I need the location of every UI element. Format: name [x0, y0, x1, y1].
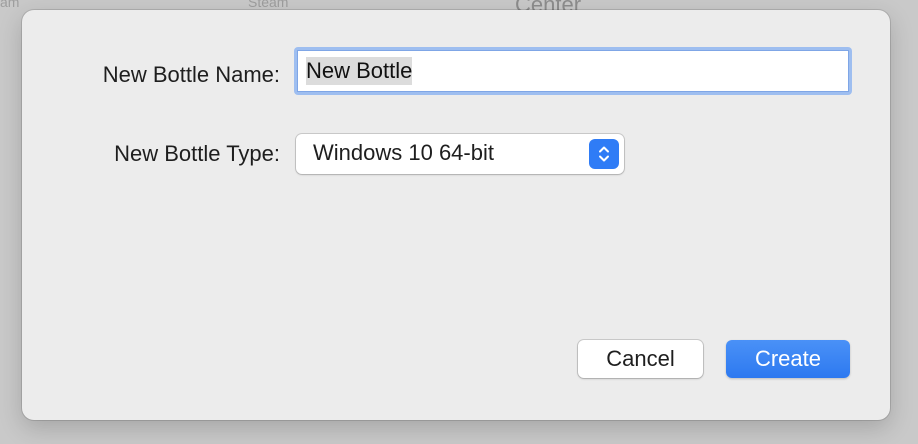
bottle-type-label: New Bottle Type:	[114, 141, 280, 166]
bottle-name-input[interactable]: New Bottle	[297, 50, 849, 92]
chevron-up-down-icon[interactable]	[589, 139, 619, 169]
bottle-type-value: Windows 10 64-bit	[313, 140, 494, 165]
new-bottle-dialog: New Bottle Name: New Bottle New Bottle T…	[22, 10, 890, 420]
background-text-left: am	[0, 0, 20, 10]
bottle-name-value: New Bottle	[306, 57, 413, 85]
create-button[interactable]: Create	[726, 340, 850, 378]
bottle-type-select[interactable]: Windows 10 64-bit	[296, 134, 624, 174]
bottle-name-label: New Bottle Name:	[102, 62, 280, 87]
cancel-button[interactable]: Cancel	[578, 340, 703, 378]
bottle-name-field[interactable]: New Bottle	[294, 47, 852, 95]
background-text-steam: Steam	[248, 0, 289, 10]
